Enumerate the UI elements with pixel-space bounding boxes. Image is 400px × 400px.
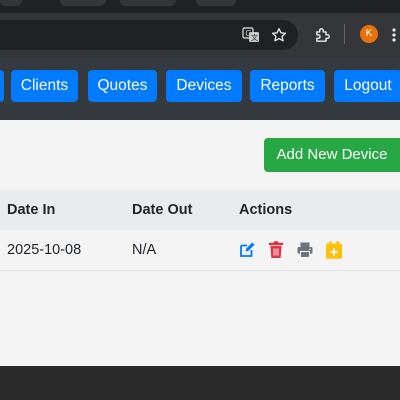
nav-clients-button[interactable]: Clients — [11, 70, 78, 102]
extensions-icon[interactable] — [312, 25, 332, 45]
browser-toolbar — [0, 13, 400, 57]
calendar-add-icon[interactable] — [325, 241, 343, 259]
nav-item-truncated[interactable] — [0, 70, 4, 102]
nav-devices-button[interactable]: Devices — [166, 70, 242, 102]
svg-text:文: 文 — [251, 33, 258, 42]
add-new-device-button[interactable]: Add New Device — [264, 138, 400, 172]
browser-tab[interactable] — [196, 0, 236, 6]
edit-icon[interactable] — [238, 241, 256, 259]
browser-tab-strip — [0, 0, 400, 13]
translate-icon[interactable]: G 文 — [241, 25, 261, 45]
print-icon[interactable] — [296, 241, 314, 259]
toolbar-divider — [344, 24, 345, 44]
column-header-date-in: Date In — [7, 202, 56, 218]
star-icon[interactable] — [269, 25, 289, 45]
delete-icon[interactable] — [267, 241, 285, 259]
nav-logout-button[interactable]: Logout — [334, 70, 400, 102]
table-header: Date In Date Out Actions — [0, 190, 400, 230]
nav-reports-button[interactable]: Reports — [250, 70, 325, 102]
cell-date-in: 2025-10-08 — [7, 242, 82, 258]
main-content: Add New Device Date In Date Out Actions … — [0, 120, 400, 366]
browser-tab[interactable] — [0, 0, 22, 6]
browser-tab[interactable] — [60, 0, 106, 6]
column-header-date-out: Date Out — [132, 202, 193, 218]
column-header-actions: Actions — [239, 202, 293, 218]
browser-tab[interactable] — [120, 0, 176, 6]
cell-date-out: N/A — [132, 242, 157, 258]
table-row: 2025-10-08 N/A — [0, 230, 400, 271]
profile-avatar[interactable]: K — [360, 25, 378, 43]
bottom-bar — [0, 366, 400, 400]
app-navbar: Clients Quotes Devices Reports Logout — [0, 57, 400, 120]
nav-quotes-button[interactable]: Quotes — [88, 70, 157, 102]
more-icon[interactable] — [388, 25, 400, 45]
